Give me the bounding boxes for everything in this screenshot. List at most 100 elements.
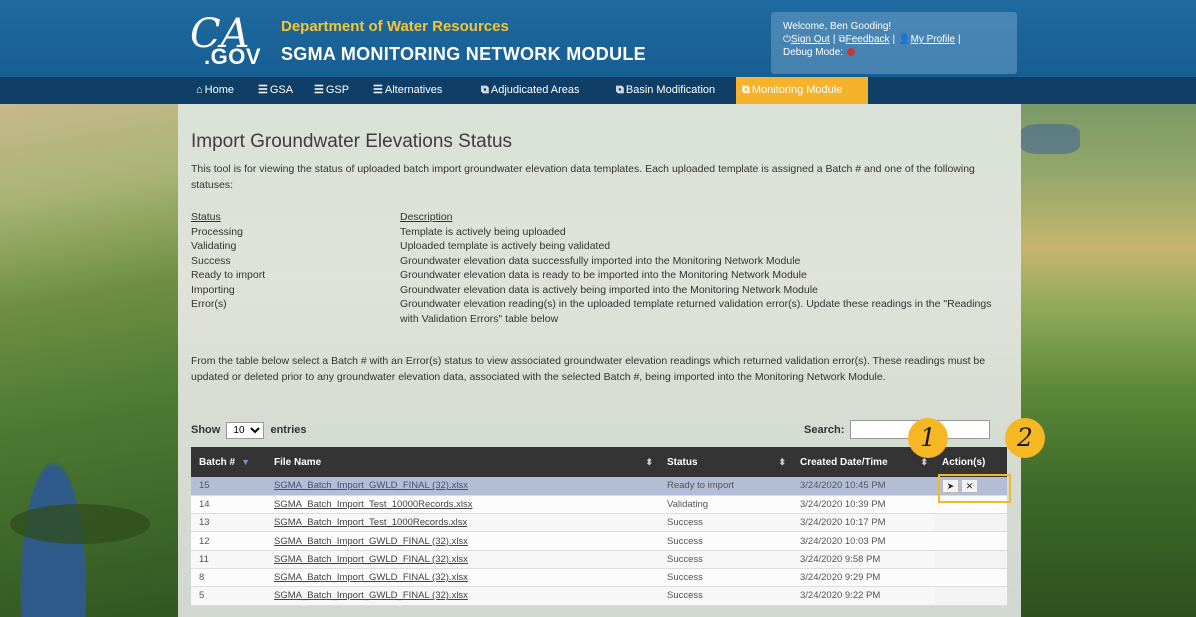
site-header: CA .GOV Department of Water Resources SG… [0, 0, 1196, 77]
file-cell: SGMA_Batch_Import_GWLD_FINAL (32).xlsx [266, 550, 659, 569]
welcome-text: Welcome, Ben Gooding! [783, 21, 892, 32]
status-legend-row: Importing Groundwater elevation data is … [191, 283, 1007, 298]
file-link[interactable]: SGMA_Batch_Import_GWLD_FINAL (32).xlsx [274, 536, 468, 547]
my-profile-link[interactable]: My Profile [911, 34, 955, 45]
status-legend-header: Status Description [191, 210, 1007, 225]
status-cell: Success [659, 586, 792, 606]
debug-label: Debug Mode: [783, 47, 844, 58]
nav-alternatives-label: Alternatives [384, 84, 443, 96]
status-legend-row: Ready to import Groundwater elevation da… [191, 268, 1007, 283]
created-cell: 3/24/2020 9:22 PM [792, 586, 934, 606]
file-cell: SGMA_Batch_Import_GWLD_FINAL (32).xlsx [266, 568, 659, 588]
user-icon: 👤 [898, 34, 911, 45]
batch-cell: 5 [191, 586, 266, 606]
status-cell: Ready to import [659, 477, 792, 496]
file-cell: SGMA_Batch_Import_Test_1000Records.xlsx [266, 513, 659, 533]
table-row[interactable]: 5 SGMA_Batch_Import_GWLD_FINAL (32).xlsx… [191, 586, 1007, 606]
file-cell: SGMA_Batch_Import_GWLD_FINAL (32).xlsx [266, 531, 659, 551]
home-icon: ⌂ [196, 84, 203, 96]
external-icon: ⧉ [742, 84, 750, 96]
external-icon: ⧉ [616, 84, 624, 96]
batch-table: Batch # ▼ File Name ⬍ Status ⬍ Created Date… [191, 447, 1007, 606]
table-row[interactable]: 13 SGMA_Batch_Import_Test_1000Records.xl… [191, 513, 1007, 533]
nav-gsa-label: GSA [269, 84, 294, 96]
column-header-file-name[interactable]: File Name ⬍ [266, 447, 659, 477]
nav-gsp[interactable]: ☰ GSP [308, 77, 355, 104]
user-panel: Welcome, Ben Gooding! ⏻Sign Out | ⧉Feedbac… [771, 12, 1017, 74]
file-link[interactable]: SGMA_Batch_Import_Test_10000Records.xlsx [274, 499, 473, 510]
status-column-header: Status [191, 211, 221, 223]
nav-alternatives[interactable]: ☰ Alternatives [367, 77, 448, 104]
callout-2: 2 [1005, 418, 1045, 458]
show-label: Show [191, 424, 221, 436]
actions-highlight-box [938, 474, 1011, 503]
column-header-label: Status [667, 456, 698, 468]
nav-basin-modification[interactable]: ⧉ Basin Modification [610, 77, 721, 104]
column-header-label: Action(s) [942, 456, 986, 468]
batch-cell: 12 [191, 531, 266, 551]
table-row[interactable]: 11 SGMA_Batch_Import_GWLD_FINAL (32).xls… [191, 550, 1007, 569]
module-title: SGMA MONITORING NETWORK MODULE [281, 44, 646, 64]
created-cell: 3/24/2020 10:03 PM [792, 531, 934, 551]
content-panel: Import Groundwater Elevations Status Thi… [178, 104, 1021, 617]
status-description: Groundwater elevation data is ready to b… [400, 269, 807, 281]
column-header-status[interactable]: Status ⬍ [659, 447, 792, 477]
intro-text: This tool is for viewing the status of u… [191, 163, 975, 191]
batch-cell: 13 [191, 513, 266, 533]
status-cell: Validating [659, 495, 792, 515]
column-header-label: Created Date/Time [800, 456, 888, 468]
nav-home[interactable]: ⌂ Home [190, 77, 240, 104]
nav-home-label: Home [204, 84, 234, 96]
file-link[interactable]: SGMA_Batch_Import_GWLD_FINAL (32).xlsx [274, 480, 468, 491]
background-landscape-right [1020, 104, 1196, 617]
logo-gov-text: .GOV [204, 44, 262, 69]
actions-cell [934, 586, 1007, 606]
status-name: Processing [191, 225, 243, 238]
page-title: Import Groundwater Elevations Status [191, 131, 513, 152]
table-row[interactable]: 12 SGMA_Batch_Import_GWLD_FINAL (32).xls… [191, 531, 1007, 551]
status-name: Validating [191, 240, 237, 252]
batch-cell: 15 [191, 477, 266, 496]
column-header-batch[interactable]: Batch # ▼ [191, 447, 266, 477]
separator: | [958, 34, 961, 45]
nav-monitoring-module[interactable]: ⧉ Monitoring Module [736, 77, 868, 104]
table-header-row: Batch # ▼ File Name ⬍ Status ⬍ Created Date… [191, 447, 1007, 477]
file-link[interactable]: SGMA_Batch_Import_GWLD_FINAL (32).xlsx [274, 590, 468, 601]
nav-basin-label: Basin Modification [625, 84, 716, 96]
debug-toggle[interactable] [847, 48, 856, 57]
background-landscape-left [0, 104, 178, 617]
status-description: Uploaded template is actively being vali… [400, 240, 611, 252]
nav-adjudicated-label: Adjudicated Areas [490, 84, 580, 96]
actions-cell [934, 531, 1007, 551]
ca-gov-logo[interactable]: CA .GOV [186, 14, 262, 69]
status-cell: Success [659, 531, 792, 551]
table-row[interactable]: 15 SGMA_Batch_Import_GWLD_FINAL (32).xls… [191, 477, 1007, 496]
file-cell: SGMA_Batch_Import_GWLD_FINAL (32).xlsx [266, 477, 659, 496]
show-entries-control: Show 10 entries [191, 422, 307, 439]
sort-icon: ⬍ [778, 457, 786, 467]
feedback-link[interactable]: Feedback [846, 34, 890, 45]
column-header-actions: Action(s) [934, 447, 1007, 477]
file-link[interactable]: SGMA_Batch_Import_Test_1000Records.xlsx [274, 517, 467, 528]
nav-gsa[interactable]: ☰ GSA [252, 77, 299, 104]
status-legend: Status Description Processing Template i… [191, 210, 1007, 326]
created-cell: 3/24/2020 10:39 PM [792, 495, 934, 515]
separator: | [892, 34, 896, 45]
nav-adjudicated-areas[interactable]: ⧉ Adjudicated Areas [475, 77, 586, 104]
file-link[interactable]: SGMA_Batch_Import_GWLD_FINAL (32).xlsx [274, 554, 468, 565]
list-icon: ☰ [314, 84, 324, 96]
file-link[interactable]: SGMA_Batch_Import_GWLD_FINAL (32).xlsx [274, 572, 468, 583]
status-legend-row: Processing Template is actively being up… [191, 225, 1007, 240]
sign-out-link[interactable]: Sign Out [791, 34, 830, 45]
entries-select[interactable]: 10 [226, 422, 265, 439]
status-legend-row: Validating Uploaded template is actively… [191, 239, 1007, 254]
callout-1: 1 [908, 418, 948, 458]
actions-cell [934, 568, 1007, 588]
search-label: Search: [804, 424, 845, 436]
table-row[interactable]: 8 SGMA_Batch_Import_GWLD_FINAL (32).xlsx… [191, 568, 1007, 588]
created-cell: 3/24/2020 10:17 PM [792, 513, 934, 533]
list-icon: ☰ [258, 84, 268, 96]
table-row[interactable]: 14 SGMA_Batch_Import_Test_10000Records.x… [191, 495, 1007, 515]
created-cell: 3/24/2020 10:45 PM [792, 477, 934, 496]
status-legend-row: Error(s) Groundwater elevation reading(s… [191, 297, 1007, 326]
